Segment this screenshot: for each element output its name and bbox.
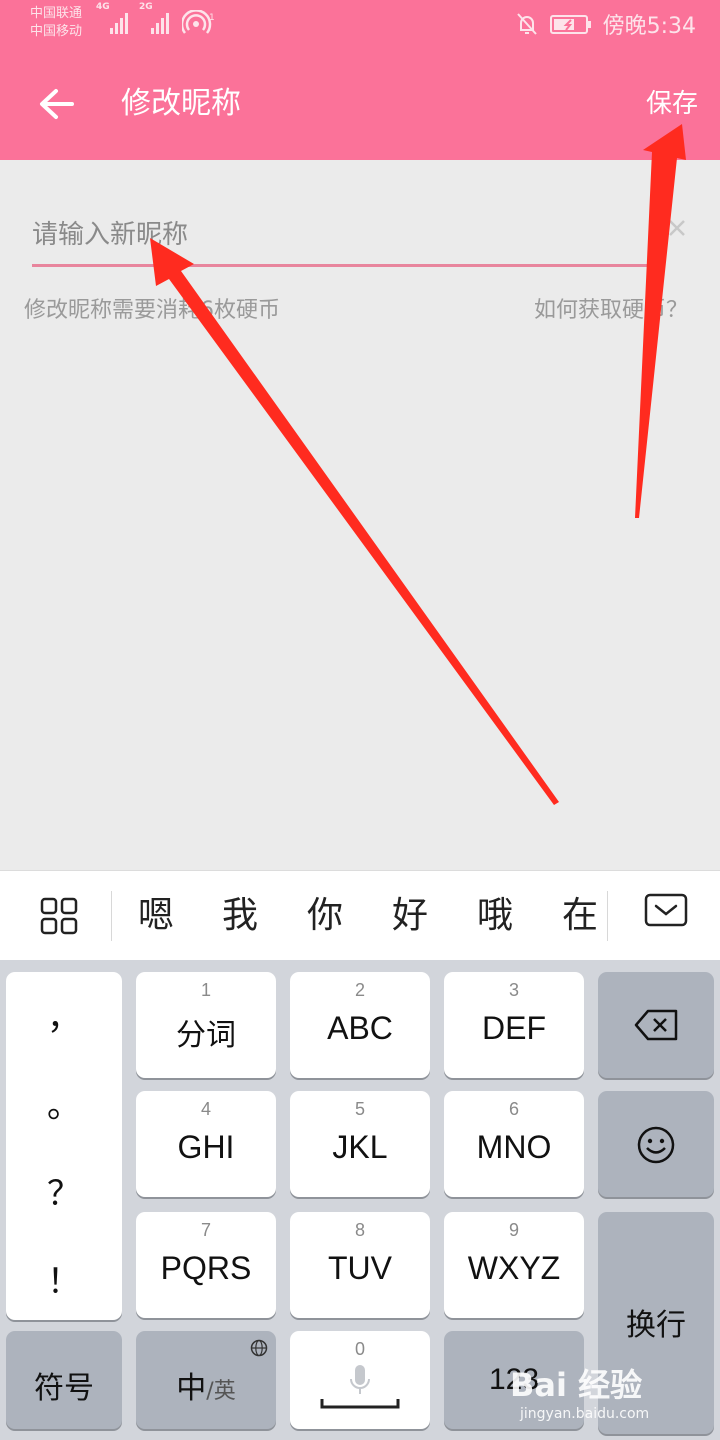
- space-bar-icon: [320, 1399, 400, 1409]
- key-number: 6: [508, 1099, 519, 1119]
- key-label: JKL: [332, 1129, 388, 1165]
- watermark-brand: Bai 经验: [510, 1366, 643, 1404]
- smiley-icon: [637, 1126, 675, 1164]
- save-button[interactable]: 保存: [646, 84, 698, 124]
- punct-key-period[interactable]: 。: [6, 1078, 122, 1127]
- backspace-icon: [634, 1009, 678, 1041]
- backspace-key[interactable]: [598, 972, 714, 1078]
- key-label: DEF: [482, 1010, 546, 1046]
- key-label: ABC: [327, 1010, 393, 1046]
- nickname-input[interactable]: [32, 211, 632, 259]
- ime-menu-button[interactable]: [38, 895, 82, 939]
- key-label: WXYZ: [467, 1250, 561, 1286]
- lang-main: 中: [176, 1371, 207, 1406]
- enter-label: 换行: [626, 1308, 686, 1343]
- key-label: 分词: [176, 1018, 236, 1053]
- key-8-tuv[interactable]: 8 TUV: [290, 1212, 430, 1318]
- punctuation-column: ， 。 ？ ！: [6, 972, 122, 1320]
- key-1-fenci[interactable]: 1 分词: [136, 972, 276, 1078]
- key-number: 8: [354, 1220, 365, 1240]
- lang-sub: /英: [206, 1379, 236, 1404]
- back-arrow-icon: [40, 89, 74, 119]
- candidate-word[interactable]: 我: [210, 891, 270, 941]
- nickname-field: [32, 205, 648, 267]
- close-icon: [669, 220, 685, 236]
- app-header: 中国联通 中国移动 4G 2G 1 傍晚5:34 修改昵称 保存: [0, 0, 720, 160]
- watermark-url: jingyan.baidu.com: [520, 1406, 650, 1422]
- chevron-down-icon: [644, 893, 688, 927]
- candidate-word[interactable]: 好: [380, 891, 440, 941]
- divider: [607, 891, 608, 941]
- punct-key-exclaim[interactable]: ！: [6, 1254, 122, 1303]
- language-switch-key[interactable]: 中/英: [136, 1331, 276, 1429]
- coin-cost-hint: 修改昵称需要消耗6枚硬币: [24, 298, 280, 323]
- signal-icon-2: [151, 13, 169, 34]
- signal-icon: [110, 13, 128, 34]
- key-number: 4: [200, 1099, 211, 1119]
- key-label: PQRS: [160, 1250, 252, 1286]
- status-bar: 中国联通 中国移动 4G 2G 1 傍晚5:34: [0, 0, 720, 48]
- key-label: GHI: [177, 1129, 235, 1165]
- divider: [111, 891, 112, 941]
- candidate-word[interactable]: 哦: [465, 891, 525, 941]
- key-9-wxyz[interactable]: 9 WXYZ: [444, 1212, 584, 1318]
- status-time: 傍晚5:34: [602, 14, 696, 39]
- space-key[interactable]: 0: [290, 1331, 430, 1429]
- candidate-word[interactable]: 你: [295, 891, 355, 941]
- status-right: 傍晚5:34: [515, 8, 696, 40]
- key-number: 0: [354, 1339, 365, 1359]
- punct-key-question[interactable]: ？: [6, 1166, 122, 1215]
- language-label: 中/英: [136, 1363, 276, 1407]
- candidate-word[interactable]: 嗯: [126, 891, 186, 941]
- key-number: 2: [354, 980, 365, 1000]
- globe-icon: [250, 1339, 268, 1357]
- hotspot-icon: 1: [182, 10, 215, 34]
- key-number: 1: [200, 980, 211, 1000]
- symbols-key[interactable]: 符号: [6, 1331, 122, 1429]
- key-4-ghi[interactable]: 4 GHI: [136, 1091, 276, 1197]
- emoji-key[interactable]: [598, 1091, 714, 1197]
- key-2-abc[interactable]: 2 ABC: [290, 972, 430, 1078]
- key-7-pqrs[interactable]: 7 PQRS: [136, 1212, 276, 1318]
- key-number: 3: [508, 980, 519, 1000]
- key-3-def[interactable]: 3 DEF: [444, 972, 584, 1078]
- svg-text:1: 1: [209, 13, 215, 23]
- carrier-1: 中国联通: [30, 6, 83, 21]
- carrier-names: 中国联通 中国移动: [30, 5, 82, 41]
- key-number: 7: [200, 1220, 211, 1240]
- key-number: 9: [508, 1220, 519, 1240]
- key-5-jkl[interactable]: 5 JKL: [290, 1091, 430, 1197]
- mute-bell-icon: [516, 13, 537, 35]
- collapse-keyboard-button[interactable]: [644, 893, 692, 937]
- ime-candidate-bar: 嗯 我 你 好 哦 在: [0, 870, 720, 960]
- page-title: 修改昵称: [121, 86, 241, 121]
- baidu-jingyan-watermark: Bai 经验 jingyan.baidu.com: [510, 1360, 680, 1430]
- key-label: TUV: [328, 1250, 392, 1286]
- symbols-label: 符号: [34, 1371, 94, 1406]
- back-button[interactable]: [30, 82, 82, 126]
- carrier-2: 中国移动: [30, 24, 83, 39]
- key-number: 5: [354, 1099, 365, 1119]
- key-6-mno[interactable]: 6 MNO: [444, 1091, 584, 1197]
- battery-charging-icon: [549, 15, 591, 34]
- grid-icon: [40, 897, 78, 935]
- punct-key-comma[interactable]: ，: [6, 990, 122, 1039]
- clear-input-button[interactable]: [664, 215, 690, 241]
- key-label: MNO: [476, 1129, 552, 1165]
- how-to-get-coins-link[interactable]: 如何获取硬币？: [534, 295, 688, 327]
- candidate-word[interactable]: 在: [550, 891, 610, 941]
- microphone-icon: [350, 1365, 370, 1394]
